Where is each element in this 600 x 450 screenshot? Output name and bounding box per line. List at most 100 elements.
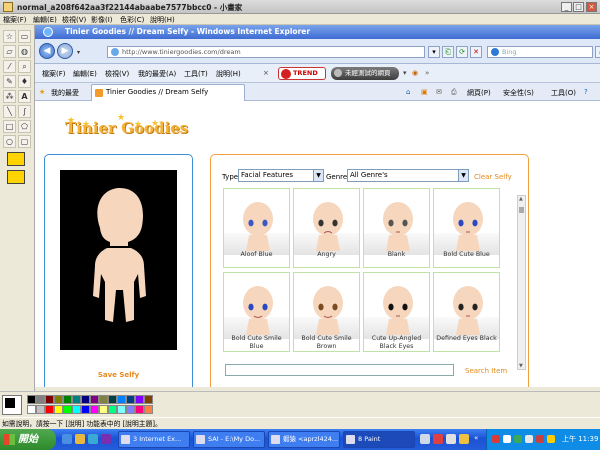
language-bar-icon[interactable] [420, 434, 430, 444]
tray-security-icon[interactable] [536, 435, 544, 443]
palette-color[interactable] [36, 395, 45, 404]
palette-color[interactable] [54, 405, 63, 414]
unrated-page-button[interactable]: 未經測試的網頁 [331, 67, 399, 80]
palette-color[interactable] [126, 395, 135, 404]
stop-icon[interactable]: ✕ [470, 46, 482, 58]
clear-selfy-link[interactable]: Clear Selfy [474, 173, 512, 181]
item-card[interactable]: Cute Up-Angled Black Eyes [363, 272, 430, 352]
url-field[interactable]: http://www.tiniergoodies.com/dream [107, 46, 425, 58]
paint-menu-view[interactable]: 檢視(V) [62, 15, 86, 25]
save-selfy-button[interactable]: Save Selfy [45, 371, 192, 379]
back-icon[interactable]: ◀ [39, 43, 55, 59]
url-dropdown-icon[interactable]: ▾ [428, 46, 440, 58]
item-scrollbar[interactable]: ▲ ▼ [517, 195, 526, 370]
tray-volume-icon[interactable] [525, 435, 533, 443]
ie-menu-help[interactable]: 說明(H) [216, 69, 241, 79]
tool-option-transparent-icon[interactable] [7, 170, 25, 184]
palette-color[interactable] [144, 395, 153, 404]
type-select[interactable]: Facial Features ▼ [238, 169, 324, 182]
palette-color[interactable] [99, 405, 108, 414]
magnifier-icon[interactable]: ⌕ [18, 60, 31, 73]
paint-menu-file[interactable]: 檔案(F) [3, 15, 27, 25]
pencil-icon[interactable]: ✎ [3, 75, 16, 88]
palette-color[interactable] [90, 395, 99, 404]
ie-menu-view[interactable]: 檢視(V) [105, 69, 129, 79]
palette-color[interactable] [108, 395, 117, 404]
paint-menu-image[interactable]: 影像(I) [91, 15, 113, 25]
palette-color[interactable] [63, 405, 72, 414]
airbrush-icon[interactable]: ⁂ [3, 90, 16, 103]
item-card[interactable]: Bold Cute Smile Brown [293, 272, 360, 352]
curve-icon[interactable]: ∫ [18, 105, 31, 118]
genre-select[interactable]: All Genre's ▼ [347, 169, 469, 182]
refresh-icon[interactable]: ⟳ [456, 46, 468, 58]
palette-color[interactable] [81, 405, 90, 414]
palette-color[interactable] [126, 405, 135, 414]
palette-color[interactable] [99, 395, 108, 404]
palette-color[interactable] [135, 405, 144, 414]
minimize-icon[interactable]: _ [561, 2, 572, 12]
favorites-button[interactable]: 我的最愛 [51, 88, 79, 98]
quicklaunch-folder-icon[interactable] [75, 434, 85, 444]
item-card[interactable]: Bold Cute Smile Blue [223, 272, 290, 352]
help-icon[interactable]: ? [584, 88, 588, 96]
palette-color[interactable] [45, 405, 54, 414]
palette-color[interactable] [27, 395, 36, 404]
site-logo[interactable]: Tinier Goodies [65, 119, 188, 137]
search-item-button[interactable]: Search Item [465, 367, 507, 375]
quicklaunch-media-icon[interactable] [101, 434, 111, 444]
palette-color[interactable] [72, 405, 81, 414]
tray-messenger-icon[interactable] [547, 435, 555, 443]
palette-color[interactable] [108, 405, 117, 414]
rounded-rect-icon[interactable]: ▢ [18, 135, 31, 148]
palette-color[interactable] [90, 405, 99, 414]
palette-color[interactable] [117, 405, 126, 414]
free-select-icon[interactable]: ☆ [3, 30, 16, 43]
search-box[interactable]: Bing [487, 46, 593, 58]
toolbar-dropdown-icon[interactable]: ▾ [403, 69, 407, 77]
item-card[interactable]: Aloof Blue [223, 188, 290, 268]
palette-color[interactable] [81, 395, 90, 404]
item-card[interactable]: Angry [293, 188, 360, 268]
start-button[interactable]: 開始 [0, 429, 56, 450]
task-paint[interactable]: 8 Paint [343, 431, 415, 448]
safety-menu[interactable]: 安全性(S) [503, 88, 534, 98]
tool-option-opaque-icon[interactable] [7, 152, 25, 166]
forward-icon[interactable]: ▶ [57, 43, 73, 59]
paint-menu-help[interactable]: 說明(H) [150, 15, 175, 25]
task-sai[interactable]: SAI - E:\My Do... [193, 431, 265, 448]
maximize-icon[interactable]: □ [573, 2, 584, 12]
text-tool-icon[interactable]: A [18, 90, 31, 103]
scroll-up-icon[interactable]: ▲ [519, 196, 523, 202]
history-dropdown-icon[interactable]: ▾ [77, 49, 80, 56]
palette-color[interactable] [135, 395, 144, 404]
tab-tinier-goodies[interactable]: Tinier Goodies // Dream Selfy [91, 84, 245, 101]
page-menu[interactable]: 網頁(P) [467, 88, 491, 98]
scroll-down-icon[interactable]: ▼ [519, 363, 523, 369]
palette-color[interactable] [63, 395, 72, 404]
help-tray-icon[interactable] [459, 434, 469, 444]
palette-color[interactable] [117, 395, 126, 404]
tray-antivirus-icon[interactable] [492, 435, 500, 443]
ie-menu-file[interactable]: 檔案(F) [42, 69, 66, 79]
compat-view-icon[interactable]: ⎗ [442, 46, 454, 58]
line-icon[interactable]: ╲ [3, 105, 16, 118]
quicklaunch-ie-icon[interactable] [62, 434, 72, 444]
search-item-input[interactable] [225, 364, 454, 376]
trend-micro-button[interactable]: TREND [278, 67, 326, 80]
rectangle-icon[interactable]: □ [3, 120, 16, 133]
item-card[interactable]: Defined Eyes Black [433, 272, 500, 352]
scrollbar-thumb[interactable] [519, 207, 524, 213]
palette-color[interactable] [36, 405, 45, 414]
input-method-icon[interactable] [433, 434, 443, 444]
favorites-star-icon[interactable]: ★ [39, 88, 45, 96]
current-colors[interactable] [2, 395, 22, 415]
palette-color[interactable] [72, 395, 81, 404]
tray-network-icon[interactable] [514, 435, 522, 443]
ie-menu-tools[interactable]: 工具(T) [184, 69, 208, 79]
print-icon[interactable]: ⎙ [451, 88, 457, 97]
item-card[interactable]: Bold Cute Blue [433, 188, 500, 268]
rect-select-icon[interactable]: ▭ [18, 30, 31, 43]
home-icon[interactable]: ⌂ [406, 88, 410, 96]
feeds-icon[interactable]: ▣ [421, 88, 428, 96]
